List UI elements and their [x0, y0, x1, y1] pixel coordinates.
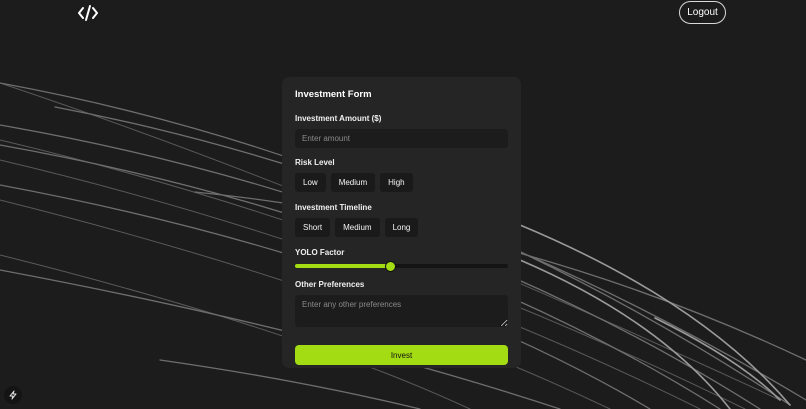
preferences-label: Other Preferences: [295, 280, 365, 289]
risk-low-button[interactable]: Low: [295, 173, 326, 192]
yolo-label: YOLO Factor: [295, 248, 345, 257]
timeline-long-button[interactable]: Long: [384, 218, 419, 237]
timeline-short-button[interactable]: Short: [295, 218, 331, 237]
amount-group: Investment Amount ($): [295, 114, 508, 148]
yolo-slider[interactable]: [295, 260, 508, 272]
timeline-medium-button[interactable]: Medium: [335, 218, 380, 237]
bolt-icon[interactable]: [4, 386, 22, 404]
yolo-group: YOLO Factor: [295, 248, 508, 272]
slider-thumb[interactable]: [385, 261, 397, 272]
risk-high-button[interactable]: High: [380, 173, 413, 192]
timeline-label: Investment Timeline: [295, 203, 372, 212]
preferences-group: Other Preferences: [295, 280, 508, 332]
invest-button[interactable]: Invest: [295, 345, 508, 365]
logout-button[interactable]: Logout: [679, 1, 726, 24]
risk-group: Risk Level Low Medium High: [295, 158, 508, 192]
amount-input[interactable]: [295, 129, 508, 148]
amount-label: Investment Amount ($): [295, 114, 382, 123]
preferences-textarea[interactable]: [295, 295, 508, 327]
form-title: Investment Form: [295, 89, 372, 100]
code-brackets-icon[interactable]: [78, 4, 98, 22]
risk-medium-button[interactable]: Medium: [330, 173, 376, 192]
slider-fill: [295, 264, 391, 268]
investment-form: Investment Form Investment Amount ($) Ri…: [282, 77, 521, 368]
timeline-group: Investment Timeline Short Medium Long: [295, 203, 508, 237]
risk-label: Risk Level: [295, 158, 335, 167]
